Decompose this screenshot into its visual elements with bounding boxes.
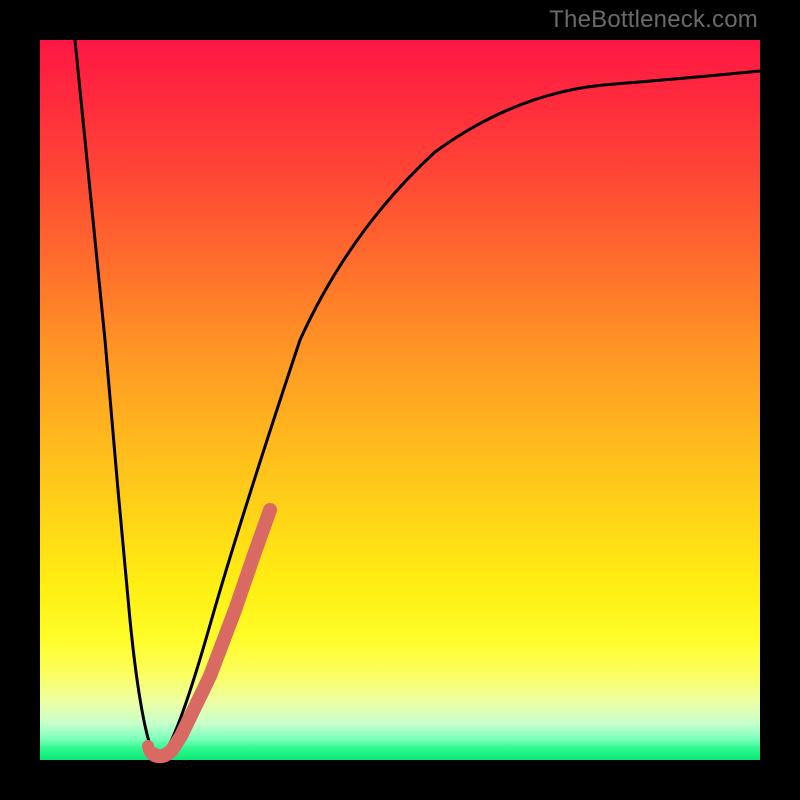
bottleneck-curve — [75, 40, 760, 757]
highlight-hook — [148, 746, 160, 756]
chart-frame: TheBottleneck.com — [0, 0, 800, 800]
watermark-text: TheBottleneck.com — [549, 6, 758, 34]
chart-svg — [40, 40, 760, 760]
highlight-segment — [153, 510, 270, 756]
